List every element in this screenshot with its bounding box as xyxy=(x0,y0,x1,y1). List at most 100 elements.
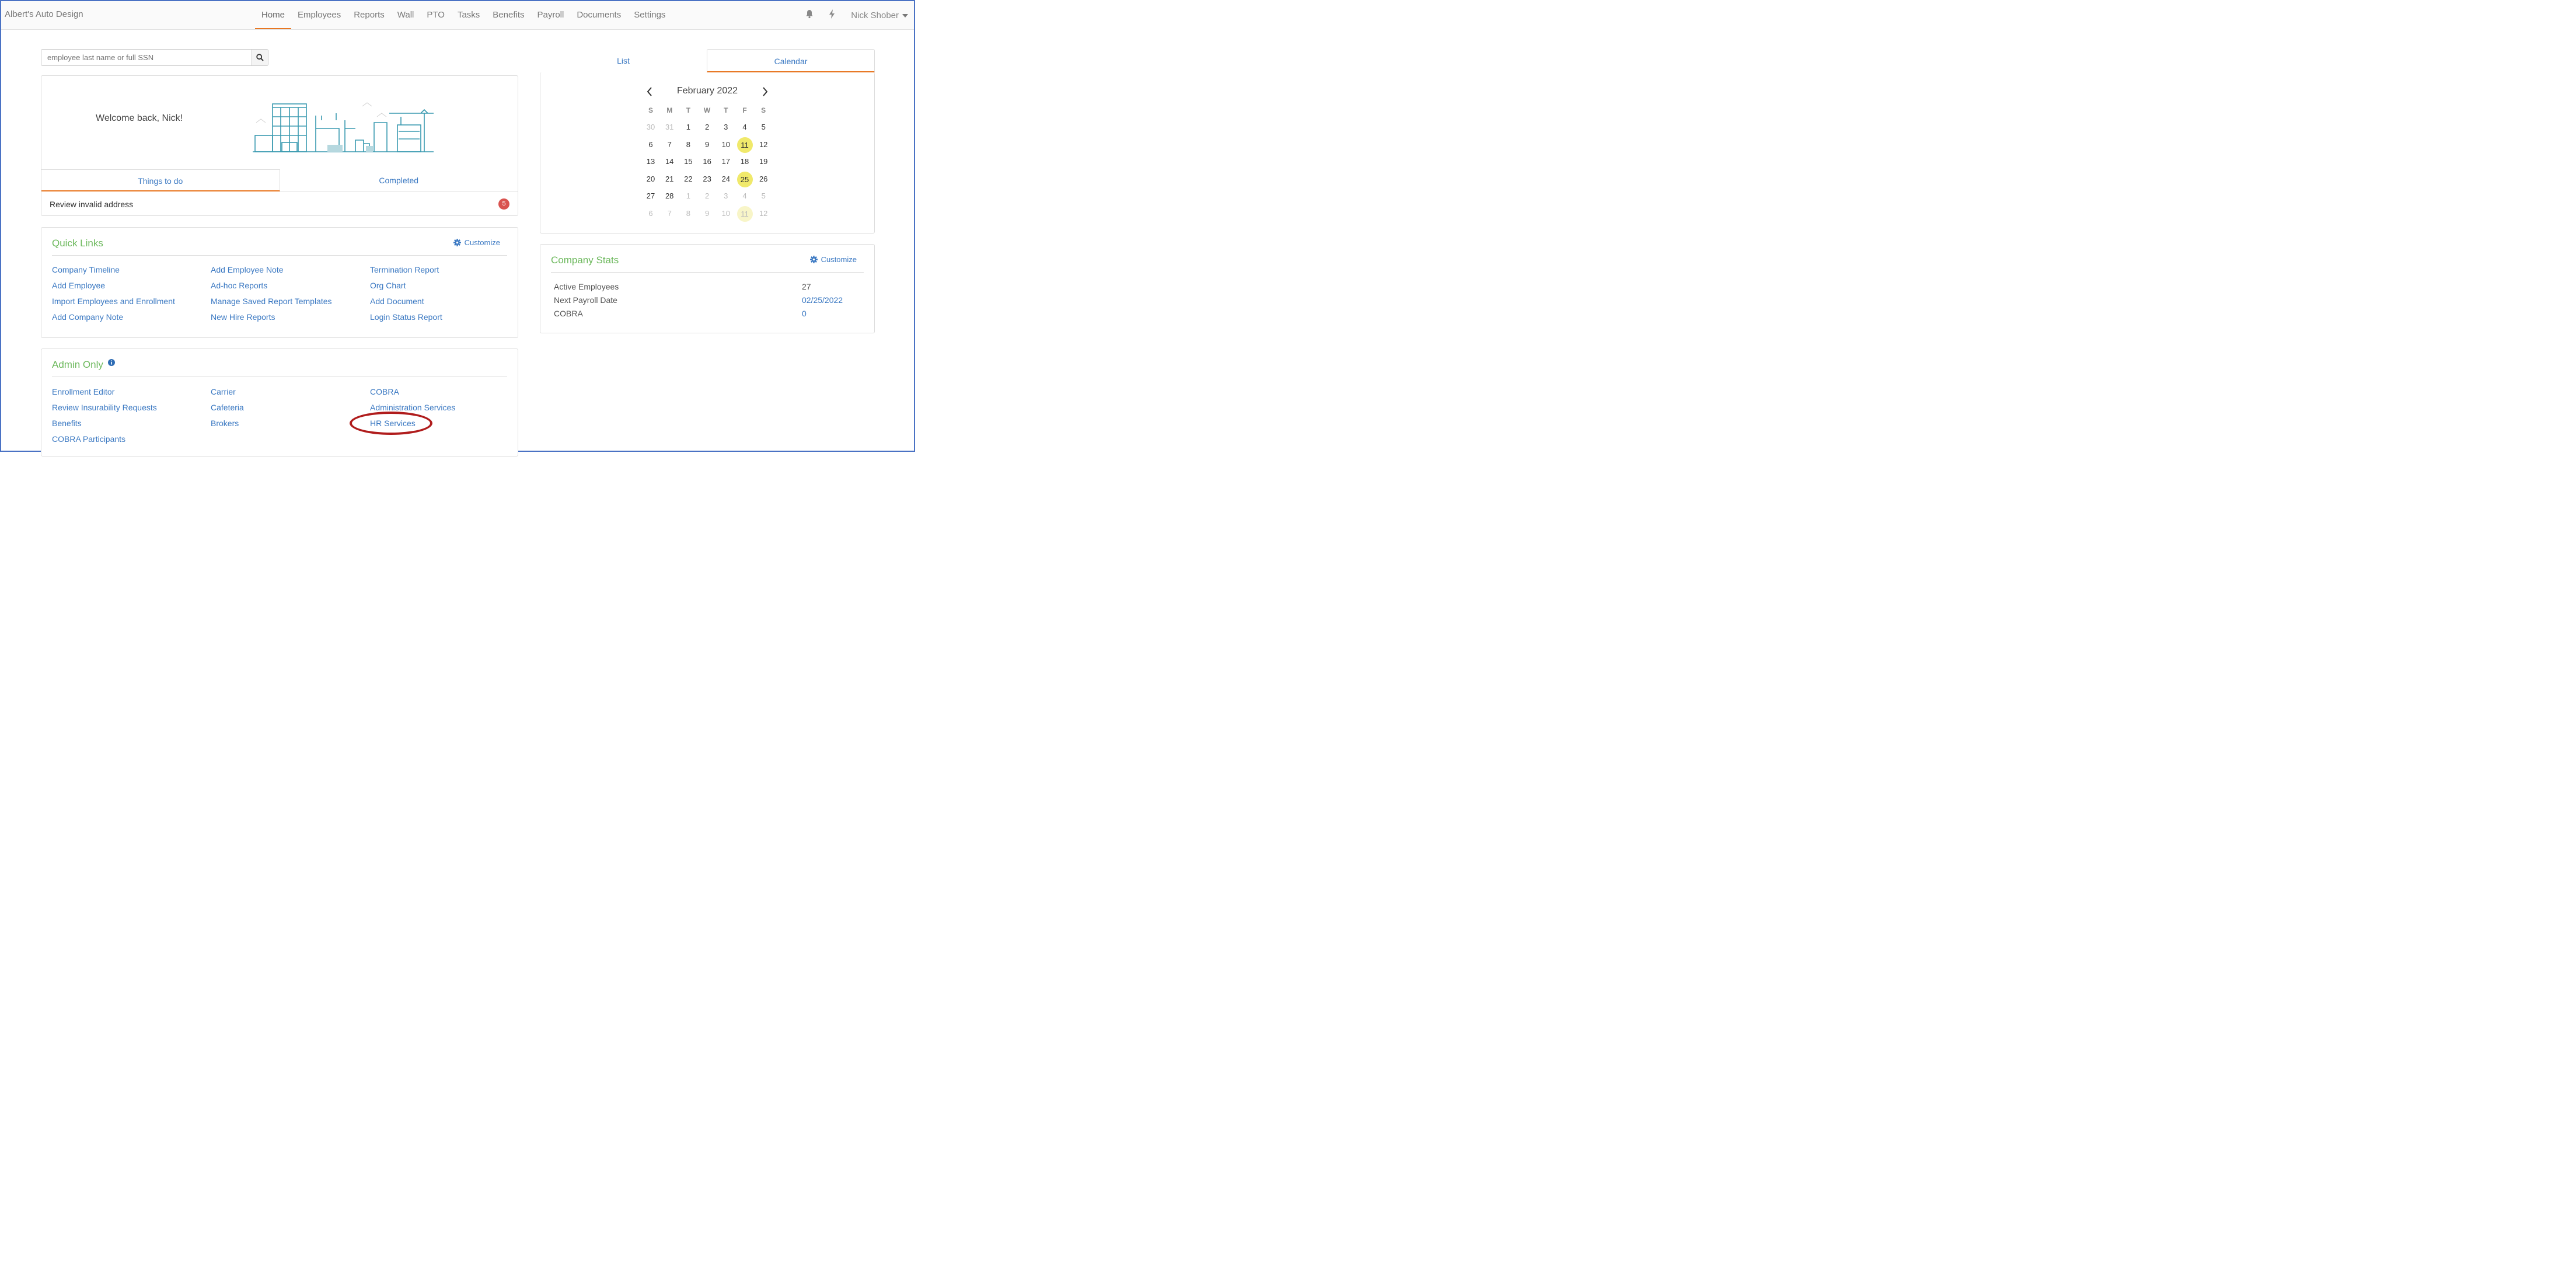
link-login-status-report[interactable]: Login Status Report xyxy=(370,312,442,322)
link-review-insurability-requests[interactable]: Review Insurability Requests xyxy=(52,403,157,412)
link-add-document[interactable]: Add Document xyxy=(370,297,424,306)
calendar-day[interactable]: 7 xyxy=(660,206,679,221)
calendar-day[interactable]: 9 xyxy=(698,206,717,221)
quick-links-customize-button[interactable]: Customize xyxy=(453,238,500,247)
calendar-day[interactable]: 18 xyxy=(735,154,754,169)
link-add-employee-note[interactable]: Add Employee Note xyxy=(211,265,284,274)
nav-benefits[interactable]: Benefits xyxy=(486,1,530,29)
calendar-day[interactable]: 19 xyxy=(754,154,773,169)
nav-reports[interactable]: Reports xyxy=(347,1,391,29)
calendar-day[interactable]: 2 xyxy=(698,189,717,204)
calendar-day[interactable]: 9 xyxy=(698,137,717,152)
calendar-month: February 2022 xyxy=(676,86,738,96)
calendar-day[interactable]: 8 xyxy=(679,206,697,221)
link-company-timeline[interactable]: Company Timeline xyxy=(52,265,120,274)
nav-payroll[interactable]: Payroll xyxy=(530,1,570,29)
calendar-day[interactable]: 7 xyxy=(660,137,679,152)
tab-calendar[interactable]: Calendar xyxy=(707,49,875,72)
brand-name[interactable]: Albert's Auto Design xyxy=(5,9,83,19)
calendar-day[interactable]: 10 xyxy=(717,206,735,221)
calendar-day[interactable]: 4 xyxy=(735,189,754,204)
link-add-company-note[interactable]: Add Company Note xyxy=(52,312,123,322)
nav-employees[interactable]: Employees xyxy=(291,1,347,29)
info-icon[interactable] xyxy=(107,359,115,366)
calendar-day[interactable]: 1 xyxy=(679,189,697,204)
admin-only-title: Admin Only xyxy=(52,359,115,371)
calendar-day[interactable]: 3 xyxy=(717,120,735,135)
calendar-day[interactable]: 21 xyxy=(660,172,679,187)
calendar-day[interactable]: 5 xyxy=(754,120,773,135)
calendar-day[interactable]: 14 xyxy=(660,154,679,169)
lightning-icon[interactable] xyxy=(829,9,836,21)
welcome-panel: Welcome back, Nick! Things to do Complet… xyxy=(41,75,518,216)
calendar-day[interactable]: 12 xyxy=(754,137,773,152)
calendar-day[interactable]: 31 xyxy=(660,120,679,135)
link-import-employees[interactable]: Import Employees and Enrollment xyxy=(52,297,175,306)
calendar-day[interactable]: 20 xyxy=(641,172,660,187)
link-termination-report[interactable]: Termination Report xyxy=(370,265,439,274)
calendar-day[interactable]: 4 xyxy=(735,120,754,135)
gear-icon xyxy=(453,239,461,246)
calendar-dow-label: M xyxy=(666,106,673,114)
nav-settings[interactable]: Settings xyxy=(627,1,672,29)
calendar-day[interactable]: 13 xyxy=(641,154,660,169)
calendar-day[interactable]: 8 xyxy=(679,137,697,152)
todo-item[interactable]: Review invalid address xyxy=(50,200,133,209)
calendar-header: February 2022 xyxy=(643,86,772,97)
nav-wall[interactable]: Wall xyxy=(391,1,421,29)
link-adhoc-reports[interactable]: Ad-hoc Reports xyxy=(211,281,267,290)
link-cobra-participants[interactable]: COBRA Participants xyxy=(52,434,125,444)
calendar-dow-label: S xyxy=(648,106,653,114)
divider xyxy=(551,272,864,273)
link-brokers[interactable]: Brokers xyxy=(211,419,239,428)
calendar-dow-label: F xyxy=(742,106,747,114)
calendar-day[interactable]: 12 xyxy=(754,206,773,221)
search-input[interactable] xyxy=(41,49,252,66)
tab-things-to-do[interactable]: Things to do xyxy=(41,169,280,191)
calendar-day[interactable]: 17 xyxy=(717,154,735,169)
link-carrier[interactable]: Carrier xyxy=(211,387,236,396)
link-benefits[interactable]: Benefits xyxy=(52,419,82,428)
calendar-day[interactable]: 28 xyxy=(660,189,679,204)
link-administration-services[interactable]: Administration Services xyxy=(370,403,455,412)
calendar-day[interactable]: 11 xyxy=(735,137,754,153)
calendar-day[interactable]: 25 xyxy=(735,171,754,187)
company-stats-customize-button[interactable]: Customize xyxy=(809,255,857,264)
link-cobra[interactable]: COBRA xyxy=(370,387,399,396)
bell-icon[interactable] xyxy=(805,9,814,21)
tab-completed[interactable]: Completed xyxy=(280,169,518,191)
nav-pto[interactable]: PTO xyxy=(420,1,451,29)
link-cafeteria[interactable]: Cafeteria xyxy=(211,403,244,412)
tab-list[interactable]: List xyxy=(540,49,707,72)
link-add-employee[interactable]: Add Employee xyxy=(52,281,105,290)
link-new-hire-reports[interactable]: New Hire Reports xyxy=(211,312,275,322)
calendar-day[interactable]: 1 xyxy=(679,120,697,135)
calendar-day[interactable]: 22 xyxy=(679,172,697,187)
nav-documents[interactable]: Documents xyxy=(570,1,627,29)
calendar-day[interactable]: 10 xyxy=(717,137,735,152)
nav-home[interactable]: Home xyxy=(255,1,292,29)
calendar-day[interactable]: 6 xyxy=(641,206,660,221)
chevron-right-icon[interactable] xyxy=(762,87,768,96)
calendar-day[interactable]: 2 xyxy=(698,120,717,135)
calendar-day[interactable]: 16 xyxy=(698,154,717,169)
calendar-day[interactable]: 26 xyxy=(754,172,773,187)
calendar-day[interactable]: 3 xyxy=(717,189,735,204)
search-button[interactable] xyxy=(252,49,268,66)
calendar-day[interactable]: 23 xyxy=(698,172,717,187)
nav-tasks[interactable]: Tasks xyxy=(451,1,486,29)
link-enrollment-editor[interactable]: Enrollment Editor xyxy=(52,387,114,396)
calendar-day[interactable]: 24 xyxy=(717,172,735,187)
calendar-day[interactable]: 5 xyxy=(754,189,773,204)
calendar-day[interactable]: 30 xyxy=(641,120,660,135)
link-org-chart[interactable]: Org Chart xyxy=(370,281,406,290)
calendar-day[interactable]: 6 xyxy=(641,137,660,152)
calendar-day[interactable]: 11 xyxy=(735,205,754,222)
calendar-day[interactable]: 27 xyxy=(641,189,660,204)
link-manage-saved-report-templates[interactable]: Manage Saved Report Templates xyxy=(211,297,332,306)
stat-value-cobra[interactable]: 0 xyxy=(802,309,807,318)
stat-value-next-payroll-date[interactable]: 02/25/2022 xyxy=(802,295,843,305)
user-menu[interactable]: Nick Shober xyxy=(851,11,908,20)
calendar-day[interactable]: 15 xyxy=(679,154,697,169)
quick-links-title: Quick Links xyxy=(52,238,103,249)
